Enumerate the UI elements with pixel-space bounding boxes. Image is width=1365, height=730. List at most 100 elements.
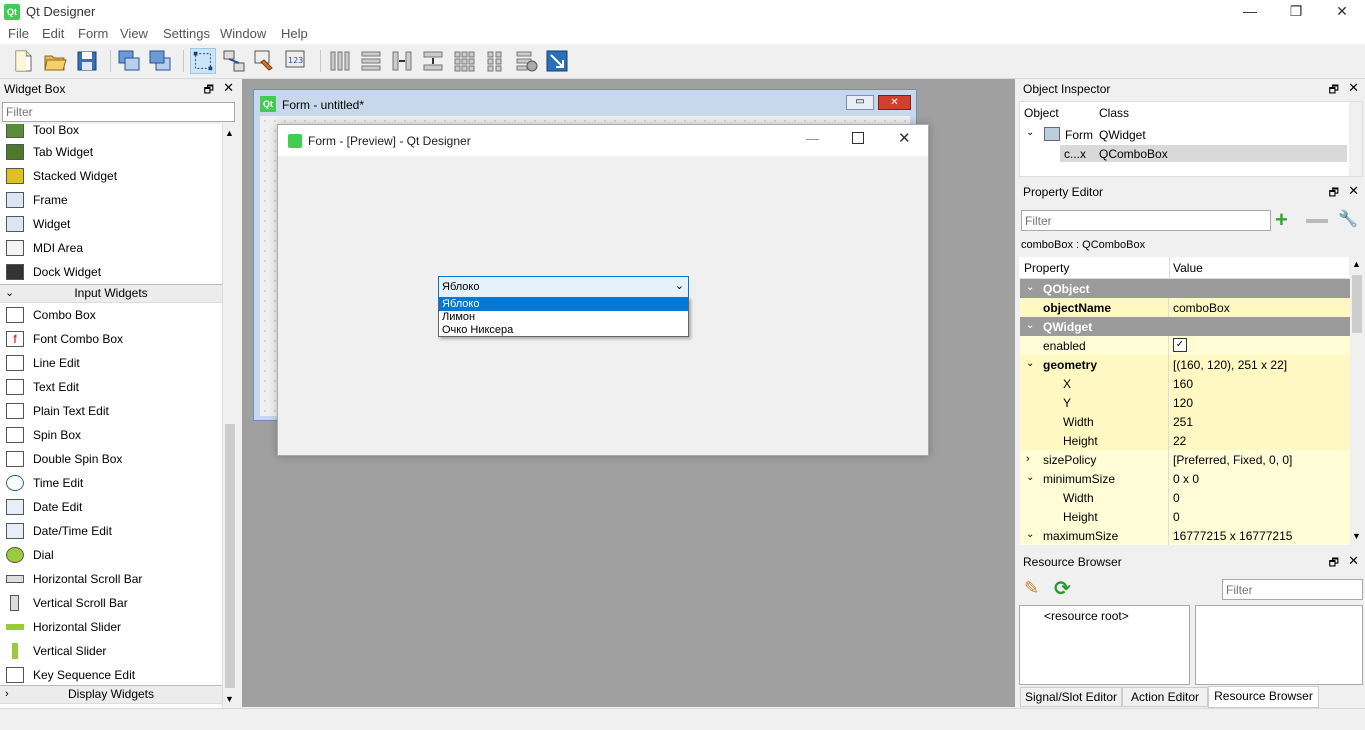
pencil-icon[interactable]: ✎ bbox=[1024, 578, 1039, 599]
widget-box-filter[interactable] bbox=[2, 102, 235, 122]
remove-property-icon[interactable] bbox=[1306, 219, 1328, 223]
wb-item-vertical-scroll-bar[interactable]: Vertical Scroll Bar bbox=[0, 591, 222, 615]
adjust-size-icon[interactable] bbox=[544, 48, 570, 74]
prop-geometry-x[interactable]: X 160 bbox=[1020, 374, 1350, 393]
menu-window[interactable]: Window bbox=[220, 26, 266, 41]
edit-widgets-icon[interactable] bbox=[190, 48, 216, 74]
wb-item-time-edit[interactable]: Time Edit bbox=[0, 471, 222, 495]
layout-grid-icon[interactable] bbox=[451, 48, 477, 74]
wb-item-horizontal-slider[interactable]: Horizontal Slider bbox=[0, 615, 222, 639]
form-minimize-button[interactable]: ▭ bbox=[846, 95, 874, 110]
prop-sizepolicy[interactable]: › sizePolicy [Preferred, Fixed, 0, 0] bbox=[1020, 450, 1350, 469]
wb-item-mdi-area[interactable]: MDI Area bbox=[0, 236, 222, 260]
scroll-up-icon[interactable]: ▲ bbox=[1352, 259, 1361, 269]
tree-form-object[interactable]: Form bbox=[1065, 128, 1093, 142]
preview-close-button[interactable]: ✕ bbox=[898, 129, 911, 147]
prop-enabled[interactable]: enabled ✓ bbox=[1020, 336, 1350, 355]
edit-signals-icon[interactable] bbox=[221, 48, 247, 74]
section-qobject[interactable]: ⌄ QObject bbox=[1020, 279, 1350, 298]
menu-view[interactable]: View bbox=[120, 26, 148, 41]
wb-item-plain-text-edit[interactable]: Plain Text Edit bbox=[0, 399, 222, 423]
tree-combo-object[interactable]: c...x bbox=[1064, 147, 1086, 161]
preview-minimize-button[interactable]: — bbox=[806, 131, 819, 146]
category-display-widgets[interactable]: › Display Widgets bbox=[0, 685, 222, 704]
wb-item-combo-box[interactable]: Combo Box bbox=[0, 303, 222, 327]
wb-item-vertical-slider[interactable]: Vertical Slider bbox=[0, 639, 222, 663]
prop-minimumsize[interactable]: ⌄ minimumSize 0 x 0 bbox=[1020, 469, 1350, 488]
close-icon[interactable]: ✕ bbox=[1348, 183, 1359, 199]
combo-box[interactable]: Яблоко ⌄ bbox=[438, 276, 689, 298]
close-icon[interactable]: ✕ bbox=[1348, 80, 1359, 96]
scroll-down-icon[interactable]: ▼ bbox=[1352, 531, 1361, 541]
prop-min-height[interactable]: Height 0 bbox=[1020, 507, 1350, 526]
send-to-back-icon[interactable] bbox=[116, 48, 142, 74]
chevron-down-icon[interactable]: ⌄ bbox=[1026, 127, 1034, 138]
wrench-icon[interactable]: 🔧 bbox=[1338, 209, 1358, 229]
wb-item-tab-widget[interactable]: Tab Widget bbox=[0, 140, 222, 164]
tab-signal-slot-editor[interactable]: Signal/Slot Editor bbox=[1020, 687, 1122, 707]
close-icon[interactable]: ✕ bbox=[223, 80, 234, 96]
tab-action-editor[interactable]: Action Editor bbox=[1122, 687, 1208, 707]
preview-window[interactable]: Form - [Preview] - Qt Designer — ✕ Яблок… bbox=[277, 124, 929, 456]
resource-filter[interactable] bbox=[1222, 579, 1363, 600]
prop-geometry-y[interactable]: Y 120 bbox=[1020, 393, 1350, 412]
menu-settings[interactable]: Settings bbox=[163, 26, 210, 41]
float-icon[interactable]: 🗗 bbox=[204, 81, 214, 100]
tab-resource-browser[interactable]: Resource Browser bbox=[1208, 686, 1319, 708]
widget-box-scrollbar[interactable]: ▲ ▼ bbox=[222, 124, 237, 708]
wb-item-double-spin-box[interactable]: Double Spin Box bbox=[0, 447, 222, 471]
layout-vertical-icon[interactable] bbox=[358, 48, 384, 74]
property-scrollbar[interactable]: ▲ ▼ bbox=[1350, 257, 1364, 545]
save-icon[interactable] bbox=[74, 48, 100, 74]
edit-buddies-icon[interactable] bbox=[252, 48, 278, 74]
resource-list[interactable] bbox=[1195, 605, 1363, 685]
edit-tab-order-icon[interactable]: 123 bbox=[283, 48, 309, 74]
combo-option-third[interactable]: Очко Никсера bbox=[442, 324, 513, 337]
layout-v-splitter-icon[interactable] bbox=[420, 48, 446, 74]
combo-option-lemon[interactable]: Лимон bbox=[442, 311, 475, 324]
scroll-up-icon[interactable]: ▲ bbox=[225, 128, 234, 138]
float-icon[interactable]: 🗗 bbox=[1329, 184, 1339, 203]
close-icon[interactable]: ✕ bbox=[1348, 553, 1359, 569]
inspector-scrollbar[interactable] bbox=[1349, 102, 1362, 176]
preview-maximize-button[interactable] bbox=[852, 132, 864, 144]
float-icon[interactable]: 🗗 bbox=[1329, 81, 1339, 100]
bring-to-front-icon[interactable] bbox=[147, 48, 173, 74]
enabled-checkbox[interactable]: ✓ bbox=[1173, 338, 1187, 352]
wb-item-font-combo-box[interactable]: f Font Combo Box bbox=[0, 327, 222, 351]
reload-icon[interactable]: ⟳ bbox=[1054, 576, 1071, 601]
prop-min-width[interactable]: Width 0 bbox=[1020, 488, 1350, 507]
wb-item-spin-box[interactable]: Spin Box bbox=[0, 423, 222, 447]
wb-item-stacked-widget[interactable]: Stacked Widget bbox=[0, 164, 222, 188]
scroll-down-icon[interactable]: ▼ bbox=[225, 694, 234, 704]
section-qwidget[interactable]: ⌄ QWidget bbox=[1020, 317, 1350, 336]
open-folder-icon[interactable] bbox=[42, 48, 68, 74]
form-close-button[interactable]: ✕ bbox=[878, 95, 911, 110]
wb-item-datetime-edit[interactable]: Date/Time Edit bbox=[0, 519, 222, 543]
property-filter[interactable] bbox=[1021, 210, 1271, 231]
wb-item-line-edit[interactable]: Line Edit bbox=[0, 351, 222, 375]
prop-objectname[interactable]: objectName comboBox bbox=[1020, 298, 1350, 317]
menu-file[interactable]: File bbox=[8, 26, 29, 41]
prop-maximumsize[interactable]: ⌄ maximumSize 16777215 x 16777215 bbox=[1020, 526, 1350, 545]
category-input-widgets[interactable]: ⌄ Input Widgets bbox=[0, 284, 222, 303]
scroll-thumb[interactable] bbox=[225, 424, 235, 688]
scroll-thumb[interactable] bbox=[1352, 275, 1362, 333]
resource-root[interactable]: <resource root> bbox=[1044, 609, 1129, 623]
prop-geometry-width[interactable]: Width 251 bbox=[1020, 412, 1350, 431]
wb-item-widget[interactable]: Widget bbox=[0, 212, 222, 236]
restore-button[interactable]: ❐ bbox=[1273, 0, 1319, 24]
combo-option-apple[interactable]: Яблоко bbox=[439, 298, 688, 311]
wb-item-text-edit[interactable]: Text Edit bbox=[0, 375, 222, 399]
prop-geometry[interactable]: ⌄ geometry [(160, 120), 251 x 22] bbox=[1020, 355, 1350, 374]
wb-item-dial[interactable]: Dial bbox=[0, 543, 222, 567]
menu-edit[interactable]: Edit bbox=[42, 26, 64, 41]
layout-form-icon[interactable] bbox=[482, 48, 508, 74]
prop-geometry-height[interactable]: Height 22 bbox=[1020, 431, 1350, 450]
float-icon[interactable]: 🗗 bbox=[1329, 554, 1339, 573]
wb-item-date-edit[interactable]: Date Edit bbox=[0, 495, 222, 519]
wb-item-frame[interactable]: Frame bbox=[0, 188, 222, 212]
menu-form[interactable]: Form bbox=[78, 26, 108, 41]
wb-item-horizontal-scroll-bar[interactable]: Horizontal Scroll Bar bbox=[0, 567, 222, 591]
close-button[interactable]: ✕ bbox=[1319, 0, 1365, 24]
